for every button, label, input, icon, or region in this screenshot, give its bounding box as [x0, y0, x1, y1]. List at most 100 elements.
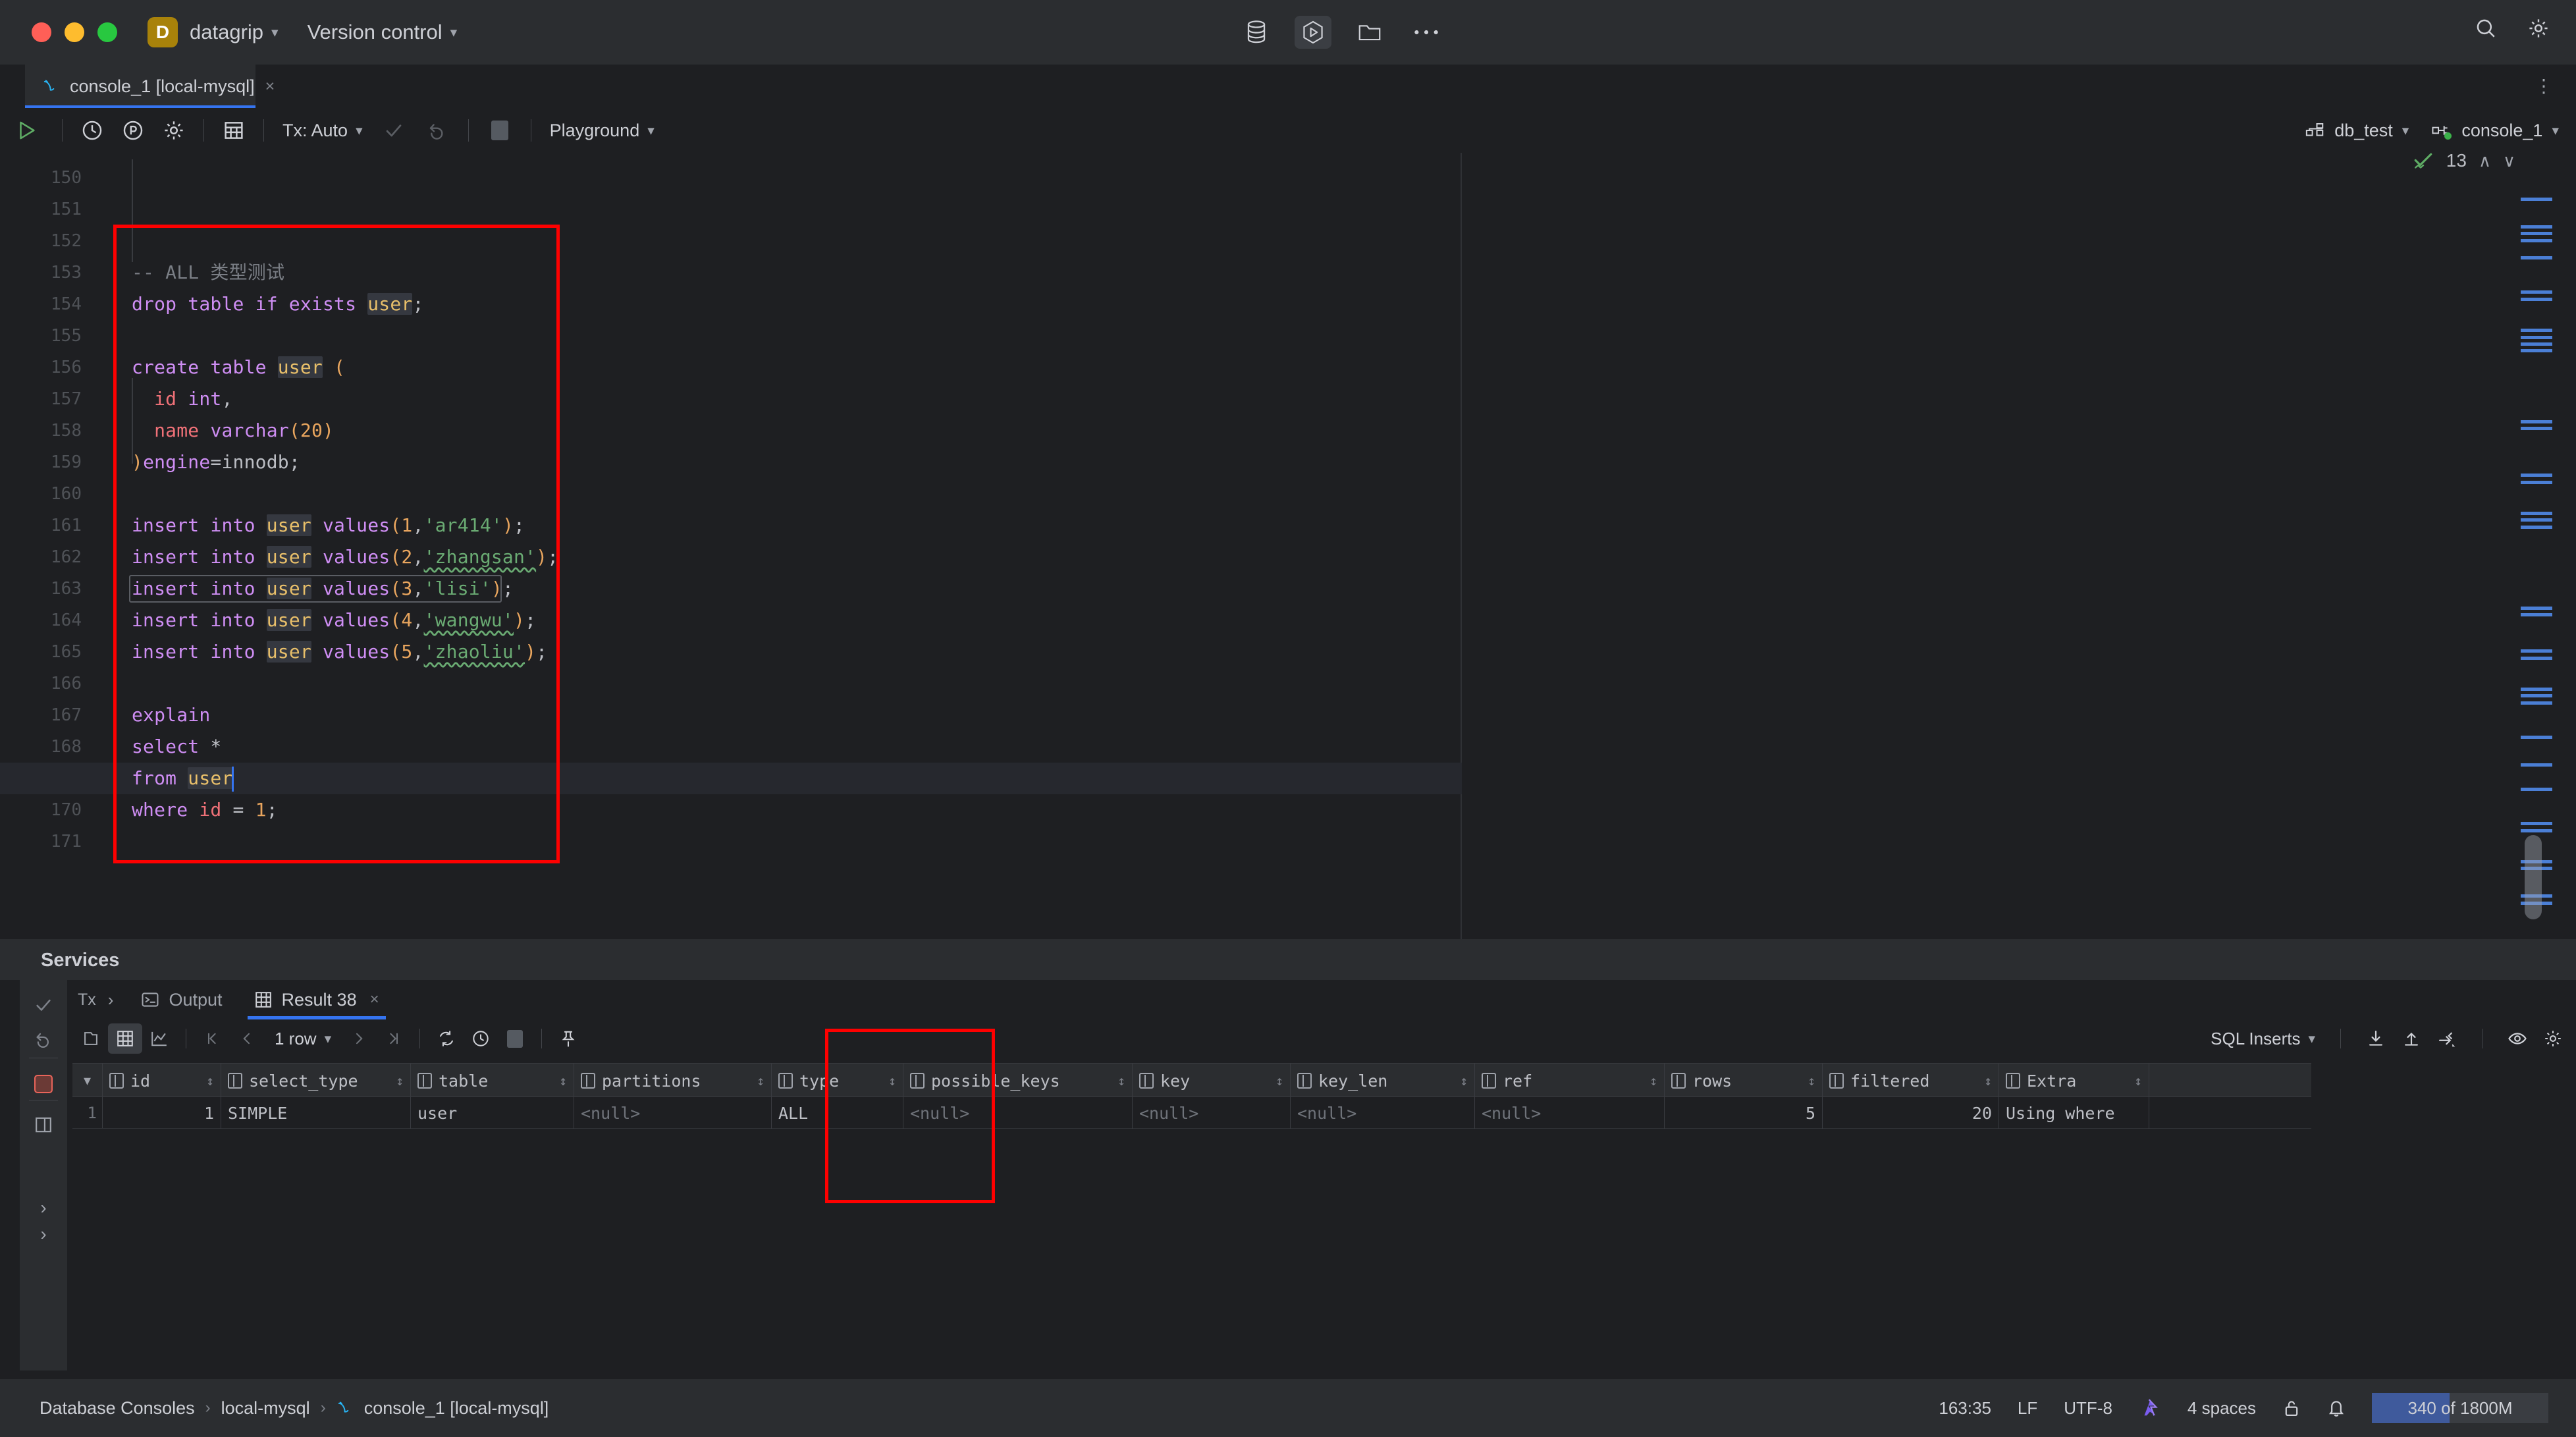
- run-playground-icon[interactable]: [1295, 16, 1331, 49]
- upload-icon[interactable]: [2402, 1029, 2421, 1048]
- column-header-key[interactable]: key↕: [1133, 1064, 1291, 1098]
- sort-toggle-icon[interactable]: ↕: [1650, 1074, 1657, 1087]
- history-icon[interactable]: [72, 108, 113, 153]
- cell-partitions[interactable]: <null>: [574, 1097, 772, 1129]
- column-header-type[interactable]: type↕: [772, 1064, 903, 1098]
- schema-dropdown[interactable]: Playground ▾: [541, 108, 664, 153]
- folder-icon[interactable]: [1351, 16, 1388, 49]
- memory-indicator[interactable]: 340 of 1800M: [2372, 1393, 2548, 1423]
- chevron-right-icon[interactable]: ›: [96, 990, 126, 1010]
- column-header-Extra[interactable]: Extra↕: [1999, 1064, 2149, 1098]
- chevron-right-icon[interactable]: ›: [25, 1216, 62, 1253]
- code-line[interactable]: from user: [132, 763, 233, 794]
- stop-red-icon[interactable]: [25, 1066, 62, 1102]
- breadcrumb-item-console[interactable]: console_1 [local-mysql]: [364, 1398, 549, 1419]
- cell-table[interactable]: user: [411, 1097, 574, 1129]
- code-line[interactable]: )engine=innodb;: [132, 447, 300, 478]
- more-options-icon[interactable]: [1408, 16, 1445, 49]
- minimize-window-button[interactable]: [65, 22, 84, 42]
- result-grid[interactable]: ▾ id↕select_type↕table↕partitions↕type↕p…: [72, 1063, 2311, 1129]
- cell-Extra[interactable]: Using where: [1999, 1097, 2149, 1129]
- column-header-select_type[interactable]: select_type↕: [221, 1064, 411, 1098]
- editor-scrollbar[interactable]: [2521, 170, 2558, 927]
- grid-settings-icon[interactable]: [2543, 1029, 2563, 1048]
- sort-toggle-icon[interactable]: ↕: [206, 1074, 214, 1087]
- caret-position[interactable]: 163:35: [1939, 1398, 1991, 1419]
- code-line[interactable]: -- ALL 类型测试: [132, 257, 284, 288]
- close-icon[interactable]: ×: [265, 77, 275, 96]
- version-control-menu[interactable]: Version control ▾: [308, 20, 458, 44]
- sort-toggle-icon[interactable]: ↕: [1460, 1074, 1468, 1087]
- search-icon[interactable]: [2475, 17, 2497, 40]
- export-format-dropdown[interactable]: SQL Inserts ▾: [2211, 1029, 2315, 1049]
- sort-toggle-icon[interactable]: ↕: [396, 1074, 404, 1087]
- close-window-button[interactable]: [32, 22, 51, 42]
- last-page-icon[interactable]: [376, 1023, 410, 1054]
- sort-toggle-icon[interactable]: ↕: [1808, 1074, 1815, 1087]
- column-header-partitions[interactable]: partitions↕: [574, 1064, 772, 1098]
- commit-check-icon[interactable]: [25, 987, 62, 1023]
- unlocked-icon[interactable]: [2282, 1398, 2301, 1418]
- parameters-icon[interactable]: [113, 108, 153, 153]
- previous-problem-icon[interactable]: ∧: [2479, 151, 2491, 171]
- cell-rows[interactable]: 5: [1665, 1097, 1823, 1129]
- toggle-panel-icon[interactable]: [25, 1106, 62, 1143]
- sort-toggle-icon[interactable]: ↕: [1984, 1074, 1992, 1087]
- first-page-icon[interactable]: [196, 1023, 230, 1054]
- code-line[interactable]: insert into user values(5,'zhaoliu');: [132, 636, 547, 668]
- database-icon[interactable]: [1238, 16, 1275, 49]
- prev-page-icon[interactable]: [230, 1023, 264, 1054]
- scrollbar-thumb[interactable]: [2525, 835, 2542, 919]
- eye-preview-icon[interactable]: [2508, 1029, 2527, 1048]
- cell-select_type[interactable]: SIMPLE: [221, 1097, 411, 1129]
- mysql-logo-icon[interactable]: [2139, 1397, 2161, 1419]
- code-line[interactable]: id int,: [132, 383, 233, 415]
- code-line[interactable]: create table user (: [132, 352, 345, 383]
- code-line[interactable]: insert into user values(2,'zhangsan');: [132, 541, 558, 573]
- close-icon[interactable]: ×: [370, 990, 379, 1009]
- code-line[interactable]: where id = 1;: [132, 794, 278, 826]
- editor-tab-console-1[interactable]: console_1 [local-mysql] ×: [25, 65, 255, 108]
- pin-icon[interactable]: [551, 1023, 585, 1054]
- sort-toggle-icon[interactable]: ↕: [1275, 1074, 1283, 1087]
- window-controls[interactable]: [32, 22, 117, 42]
- settings-gear-icon[interactable]: [153, 108, 194, 153]
- table-grid-icon[interactable]: [213, 108, 254, 153]
- breadcrumb-item-datasource[interactable]: local-mysql: [221, 1398, 310, 1419]
- bell-icon[interactable]: [2327, 1398, 2346, 1418]
- session-selector[interactable]: console_1 ▾: [2431, 121, 2559, 141]
- open-file-icon[interactable]: [74, 1023, 108, 1054]
- column-header-filtered[interactable]: filtered↕: [1823, 1064, 1999, 1098]
- column-header-possible_keys[interactable]: possible_keys↕: [903, 1064, 1133, 1098]
- cell-possible_keys[interactable]: <null>: [903, 1097, 1133, 1129]
- run-icon[interactable]: [0, 108, 53, 153]
- chart-view-icon[interactable]: [142, 1023, 176, 1054]
- page-size-dropdown[interactable]: 1 row ▾: [264, 1029, 342, 1049]
- column-header-id[interactable]: id↕: [103, 1064, 221, 1098]
- breadcrumb-item-root[interactable]: Database Consoles: [40, 1398, 195, 1419]
- column-header-ref[interactable]: ref↕: [1475, 1064, 1665, 1098]
- tab-result-38[interactable]: Result 38 ×: [238, 980, 395, 1019]
- cell-key_len[interactable]: <null>: [1291, 1097, 1475, 1129]
- line-separator[interactable]: LF: [2018, 1398, 2037, 1419]
- settings-gear-icon[interactable]: [2527, 17, 2550, 40]
- code-line[interactable]: name varchar(20): [132, 415, 334, 447]
- code-line[interactable]: insert into user values(1,'ar414');: [132, 510, 525, 541]
- cell-ref[interactable]: <null>: [1475, 1097, 1665, 1129]
- table-row[interactable]: 11SIMPLEuser<null>ALL<null><null><null><…: [72, 1097, 2311, 1129]
- tab-options-icon[interactable]: ⋮: [2535, 75, 2554, 97]
- next-problem-icon[interactable]: ∨: [2503, 151, 2515, 171]
- code-line[interactable]: explain: [132, 699, 210, 731]
- column-header-rows[interactable]: rows↕: [1665, 1064, 1823, 1098]
- code-line[interactable]: drop table if exists user;: [132, 288, 424, 320]
- file-encoding[interactable]: UTF-8: [2064, 1398, 2112, 1419]
- cell-key[interactable]: <null>: [1133, 1097, 1291, 1129]
- rollback-icon[interactable]: [25, 1021, 62, 1058]
- table-view-icon[interactable]: [108, 1023, 142, 1054]
- column-header-key_len[interactable]: key_len↕: [1291, 1064, 1475, 1098]
- expand-rows-icon[interactable]: ▾: [72, 1064, 103, 1098]
- code-line[interactable]: select *: [132, 731, 221, 763]
- sort-toggle-icon[interactable]: ↕: [888, 1074, 896, 1087]
- project-menu[interactable]: datagrip ▾: [190, 20, 279, 44]
- cell-filtered[interactable]: 20: [1823, 1097, 1999, 1129]
